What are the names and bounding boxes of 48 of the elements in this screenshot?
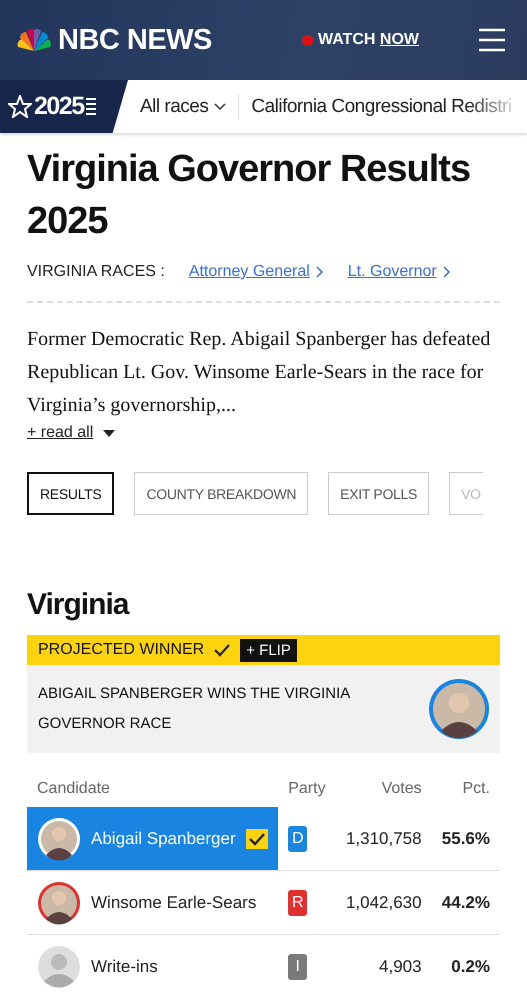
votes-cell: 1,310,758	[336, 807, 432, 870]
candidate-avatar-icon	[37, 816, 81, 860]
page-title: Virginia Governor Results 2025	[27, 147, 472, 244]
column-header: Party	[278, 771, 336, 807]
check-icon	[214, 643, 230, 657]
candidate-avatar-icon	[37, 880, 81, 924]
candidate-name: Abigail Spanberger	[91, 828, 236, 848]
election-year-badge[interactable]: 2025	[0, 80, 128, 133]
stripes-icon	[86, 97, 96, 116]
chevron-right-icon	[442, 266, 451, 278]
race-link[interactable]: Attorney General	[188, 263, 324, 281]
percent-cell: 0.2%	[432, 934, 500, 998]
caret-down-icon	[103, 430, 116, 436]
results-tab[interactable]: COUNTY BREAKDOWN	[134, 472, 308, 515]
races-label: VIRGINIA RACES :	[27, 263, 165, 281]
candidate-name: Write-ins	[91, 956, 158, 976]
race-nav-link[interactable]: All races	[128, 96, 238, 118]
avatar-placeholder-icon	[37, 944, 81, 988]
party-badge: D	[288, 826, 308, 852]
candidate-name: Winsome Earle-Sears	[91, 892, 256, 912]
candidate-cell[interactable]: Abigail Spanberger	[27, 807, 278, 870]
percent-cell: 44.2%	[432, 870, 500, 934]
party-badge: R	[288, 890, 308, 916]
read-all-link[interactable]: + read all	[27, 424, 94, 442]
watch-now-link[interactable]: WATCH NOW	[318, 31, 419, 49]
winner-headline: ABIGAIL SPANBERGER WINS THE VIRGINIA GOVERNOR RACE	[38, 684, 351, 734]
results-tab[interactable]: RESULTS	[27, 472, 114, 515]
flip-badge: + FLIP	[240, 638, 297, 662]
votes-cell: 4,903	[336, 934, 432, 998]
candidate-cell[interactable]: Write-ins	[27, 934, 278, 998]
party-badge: I	[288, 954, 308, 980]
chevron-right-icon	[316, 266, 324, 278]
percent-cell: 55.6%	[432, 807, 500, 870]
column-header: Pct.	[461, 779, 491, 799]
state-heading: Virginia	[27, 587, 130, 623]
menu-icon[interactable]	[479, 28, 505, 52]
winner-avatar-icon	[429, 679, 489, 739]
star-icon	[8, 95, 32, 118]
race-summary: Former Democratic Rep. Abigail Spanberger has defeated Republican Lt. Gov. Winsome Earle-Sears in the race for Virginia’s governorship,...	[27, 327, 492, 418]
column-header: Votes	[380, 779, 423, 799]
votes-cell: 1,042,630	[336, 870, 432, 934]
projected-winner-label: PROJECTED WINNER	[38, 641, 204, 659]
results-tab[interactable]: EXIT POLLS	[328, 472, 430, 515]
column-header: Candidate	[27, 771, 278, 807]
race-nav-link[interactable]: California Congressional Redistri	[239, 96, 524, 118]
race-link[interactable]: Lt. Governor	[348, 263, 451, 281]
site-logo[interactable]: NBC NEWS	[58, 24, 212, 56]
candidate-cell[interactable]: Winsome Earle-Sears	[27, 870, 278, 934]
